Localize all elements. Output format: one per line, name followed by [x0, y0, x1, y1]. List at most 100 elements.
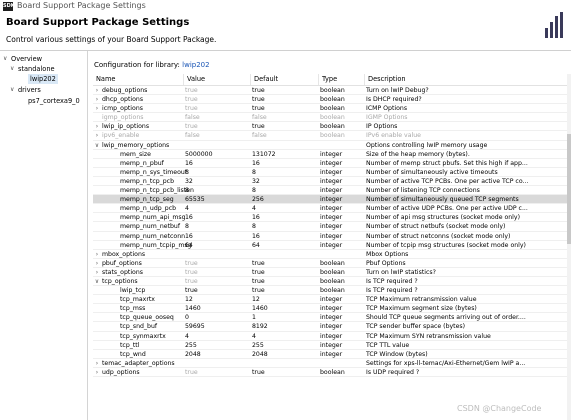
- cell-description: Turn on lwIP statistics?: [366, 268, 436, 276]
- chevron-down-icon[interactable]: ∨: [10, 64, 14, 74]
- table-row[interactable]: tcp_ttl 255 255 integer TCP TTL value: [93, 341, 571, 350]
- cell-value[interactable]: 4: [183, 204, 250, 213]
- cell-type: integer: [320, 205, 343, 213]
- cell-default: 8: [252, 168, 256, 176]
- table-row[interactable]: tcp_queue_ooseq 0 1 integer Should TCP queue…: [93, 313, 571, 323]
- cell-description: Is DHCP required?: [366, 96, 422, 104]
- cell-value[interactable]: 16: [183, 213, 250, 222]
- table-row[interactable]: › lwip_ip_options true true boolean IP Option…: [93, 122, 571, 132]
- cell-type: boolean: [320, 368, 345, 376]
- cell-default: true: [252, 287, 265, 295]
- table-row[interactable]: memp_n_udp_pcb 4 4 integer Number of active …: [93, 204, 571, 214]
- table-row[interactable]: memp_n_pbuf 16 16 integer Number of memp str…: [93, 159, 571, 168]
- column-header-type[interactable]: Type: [318, 74, 364, 85]
- cell-type: [318, 359, 364, 368]
- chevron-down-icon[interactable]: ∨: [10, 85, 14, 95]
- cell-value[interactable]: 32: [183, 177, 250, 186]
- table-row[interactable]: › temac_adapter_options Settings for xps-l…: [93, 359, 571, 368]
- settings-table: Name Value Default Type Description › deb…: [93, 74, 571, 420]
- cell-name: dhcp_options: [102, 96, 144, 104]
- cell-description: TCP Maximum SYN retransmission value: [366, 332, 491, 340]
- cell-value[interactable]: 4: [183, 332, 250, 341]
- cell-value[interactable]: [183, 359, 250, 368]
- table-row[interactable]: › stats_options true true boolean Turn on lwI…: [93, 268, 571, 277]
- cell-value[interactable]: 1460: [183, 304, 250, 313]
- cell-value[interactable]: true: [183, 286, 250, 295]
- cell-value[interactable]: 8: [183, 186, 250, 195]
- cell-value[interactable]: true: [183, 122, 250, 131]
- cell-value[interactable]: true: [183, 259, 250, 268]
- tree-item-standalone[interactable]: standalone: [18, 64, 55, 74]
- tree-item-ps7-cortexa9-0[interactable]: ps7_cortexa9_0: [28, 96, 80, 106]
- tree-item-overview[interactable]: Overview: [11, 54, 42, 64]
- table-row[interactable]: memp_n_sys_timeout 8 8 integer Number of sim…: [93, 168, 571, 177]
- cell-default: 1: [252, 314, 256, 322]
- table-row[interactable]: memp_n_tcp_seg 65535 256 integer Number of s…: [93, 195, 571, 205]
- cell-value[interactable]: 16: [183, 232, 250, 241]
- cell-value[interactable]: true: [183, 95, 250, 104]
- cell-value[interactable]: 16: [183, 159, 250, 168]
- cell-value[interactable]: 5000000: [183, 150, 250, 159]
- cell-value[interactable]: 8: [183, 168, 250, 177]
- cell-value[interactable]: [183, 250, 250, 259]
- table-row[interactable]: memp_n_tcp_pcb_listen 8 8 integer Number of …: [93, 186, 571, 196]
- cell-default: 4: [252, 205, 256, 213]
- cell-value[interactable]: 64: [183, 241, 250, 250]
- cell-value[interactable]: 2048: [183, 350, 250, 359]
- cell-value[interactable]: 59695: [183, 322, 250, 331]
- chevron-down-icon[interactable]: ∨: [3, 54, 7, 64]
- column-header-default[interactable]: Default: [250, 74, 318, 85]
- column-header-description[interactable]: Description: [364, 74, 571, 85]
- table-row[interactable]: › dhcp_options true true boolean Is DHCP requ…: [93, 95, 571, 105]
- cell-description: Number of listening TCP connections: [366, 187, 480, 195]
- cell-value[interactable]: true: [183, 368, 250, 377]
- cell-value[interactable]: true: [183, 86, 250, 95]
- cell-value[interactable]: [183, 141, 250, 150]
- table-row[interactable]: memp_num_tcpip_msg 64 64 integer Number of t…: [93, 241, 571, 250]
- column-header-name[interactable]: Name: [93, 74, 183, 85]
- cell-value[interactable]: 255: [183, 341, 250, 350]
- cell-value[interactable]: 12: [183, 295, 250, 304]
- cell-description: Number of memp struct pbufs. Set this hi…: [366, 159, 528, 167]
- table-row[interactable]: memp_n_tcp_pcb 32 32 integer Number of activ…: [93, 177, 571, 187]
- table-row[interactable]: › mbox_options Mbox Options: [93, 250, 571, 259]
- table-row[interactable]: tcp_maxrtx 12 12 integer TCP Maximum retrans…: [93, 295, 571, 305]
- cell-value[interactable]: true: [183, 268, 250, 277]
- cell-default: true: [252, 277, 265, 285]
- table-row[interactable]: tcp_synmaxrtx 4 4 integer TCP Maximum SYN re…: [93, 332, 571, 341]
- vertical-scrollbar[interactable]: [567, 74, 571, 420]
- table-row[interactable]: tcp_wnd 2048 2048 integer TCP Window (bytes): [93, 350, 571, 359]
- cell-description: TCP Maximum segment size (bytes): [366, 305, 477, 313]
- table-row[interactable]: tcp_mss 1460 1460 integer TCP Maximum segmen…: [93, 304, 571, 314]
- cell-type: boolean: [320, 277, 345, 285]
- table-row[interactable]: mem_size 5000000 131072 integer Size of the …: [93, 150, 571, 159]
- cell-value[interactable]: 8: [183, 222, 250, 231]
- table-row[interactable]: › udp_options true true boolean Is UDP requir…: [93, 368, 571, 377]
- tree-item-drivers[interactable]: drivers: [18, 85, 41, 95]
- table-row[interactable]: › ipv6_enable false false boolean IPv6 enable…: [93, 131, 571, 141]
- column-header-value[interactable]: Value: [183, 74, 250, 85]
- scrollbar-thumb[interactable]: [567, 134, 571, 244]
- table-row[interactable]: › icmp_options true true boolean ICMP Options: [93, 104, 571, 114]
- tree-item-lwip202[interactable]: lwip202: [28, 74, 58, 84]
- table-row[interactable]: igmp_options false false boolean IGMP Option…: [93, 113, 571, 123]
- table-row[interactable]: memp_num_api_msg 16 16 integer Number of api…: [93, 213, 571, 223]
- table-row[interactable]: memp_num_netbuf 8 8 integer Number of struct…: [93, 222, 571, 232]
- cell-value[interactable]: false: [183, 131, 250, 140]
- cell-type: boolean: [320, 287, 345, 295]
- cell-value[interactable]: true: [183, 104, 250, 113]
- table-row[interactable]: › pbuf_options true true boolean Pbuf Options: [93, 259, 571, 268]
- table-row[interactable]: › debug_options true true boolean Turn on lwI…: [93, 86, 571, 96]
- table-row[interactable]: ∨ lwip_memory_options Options controlling …: [93, 141, 571, 150]
- table-row[interactable]: ∨ tcp_options true true boolean Is TCP requir…: [93, 277, 571, 287]
- cell-default: 16: [252, 159, 260, 167]
- cell-value[interactable]: 65535: [183, 195, 250, 204]
- cell-value[interactable]: false: [183, 113, 250, 122]
- config-label: Configuration for library: lwip202: [94, 61, 210, 69]
- cell-description: Is TCP required ?: [366, 277, 418, 285]
- table-row[interactable]: memp_num_netconn 16 16 integer Number of str…: [93, 232, 571, 241]
- table-row[interactable]: tcp_snd_buf 59695 8192 integer TCP sender bu…: [93, 322, 571, 332]
- cell-value[interactable]: 0: [183, 313, 250, 322]
- cell-value[interactable]: true: [183, 277, 250, 286]
- table-row[interactable]: lwip_tcp true true boolean Is TCP required ?: [93, 286, 571, 296]
